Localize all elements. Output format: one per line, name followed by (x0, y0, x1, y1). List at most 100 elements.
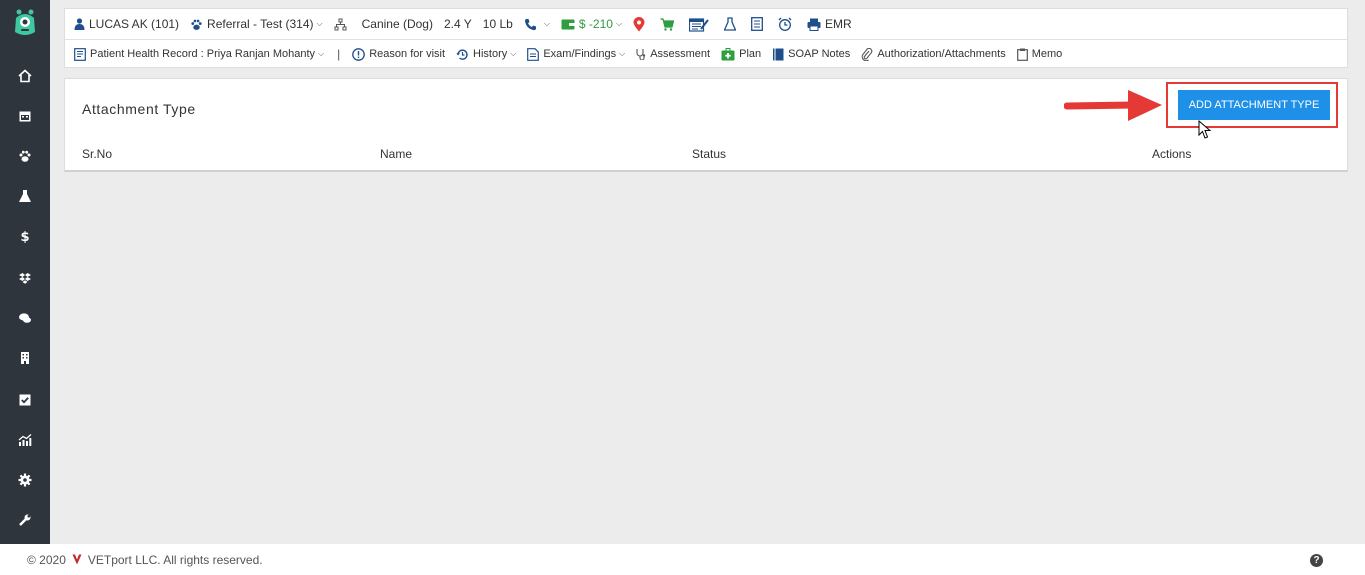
notebook-icon (773, 48, 784, 60)
phone-icon (524, 18, 536, 30)
nav-separator: | (337, 47, 341, 61)
sitemap-icon (334, 18, 347, 30)
dropbox-icon (19, 273, 31, 284)
vetport-logo-icon (72, 554, 82, 565)
species-label: Canine (Dog) (361, 17, 433, 31)
plan-label: Plan (739, 48, 762, 60)
reason-for-visit-label: Reason for visit (369, 48, 446, 60)
checkbox-icon (19, 394, 31, 406)
chevron-down-icon: ⌵ (316, 19, 323, 28)
patient-name-item[interactable]: LUCAS AK (101) (74, 17, 179, 31)
sidebar-billing[interactable]: $ (0, 216, 50, 256)
balance-amount: $ -210 (578, 17, 613, 31)
patient-info-bar: LUCAS AK (101) Referral - Test (314) ⌵ C… (65, 9, 1347, 40)
red-arrow-icon (1064, 90, 1162, 121)
soap-notes-link[interactable]: SOAP Notes (772, 48, 850, 61)
gear-icon (18, 473, 32, 487)
patient-name: LUCAS AK (101) (89, 17, 180, 31)
calendar-icon (19, 111, 31, 122)
wallet-icon (561, 19, 575, 30)
reason-for-visit-link[interactable]: Reason for visit (352, 47, 446, 61)
sidebar-settings[interactable] (0, 460, 50, 500)
exclamation-circle-icon (352, 47, 366, 61)
history-dropdown[interactable]: History ⌵ (456, 48, 516, 61)
calendar-edit-icon (689, 17, 709, 32)
plan-link[interactable]: Plan (721, 47, 762, 61)
sidebar: $ (0, 0, 50, 544)
invoice-button[interactable] (751, 17, 767, 31)
sidebar-patients[interactable] (0, 136, 50, 176)
chevron-down-icon: ⌵ (619, 49, 626, 58)
sidebar-home[interactable] (0, 56, 50, 96)
company-copyright: VETport LLC. All rights reserved. (87, 552, 263, 567)
authorization-attachments-label: Authorization/Attachments (877, 48, 1006, 60)
svg-text:$: $ (20, 230, 29, 243)
schedule-button[interactable] (689, 17, 713, 32)
printer-icon (807, 18, 821, 31)
sidebar-inventory[interactable] (0, 258, 50, 298)
dollar-icon: $ (20, 230, 29, 243)
reminder-button[interactable] (778, 17, 796, 31)
patient-header: LUCAS AK (101) Referral - Test (314) ⌵ C… (64, 8, 1348, 68)
record-book-icon (74, 47, 86, 61)
sidebar-calendar[interactable] (0, 96, 50, 136)
emr-print-button[interactable]: EMR (807, 17, 852, 31)
sidebar-messages[interactable] (0, 298, 50, 338)
patient-health-record-dropdown[interactable]: Patient Health Record : Priya Ranjan Moh… (74, 47, 324, 61)
location-button[interactable] (633, 16, 649, 32)
memo-label: Memo (1031, 48, 1063, 60)
clipboard-icon (1016, 48, 1028, 61)
lab-button[interactable] (724, 17, 740, 31)
column-header-actions: Actions (1152, 147, 1192, 161)
page-title: Attachment Type (82, 101, 196, 117)
home-icon (18, 69, 32, 83)
sidebar-lab[interactable] (0, 176, 50, 216)
emr-label: EMR (825, 17, 852, 31)
sidebar-tools[interactable] (0, 500, 50, 540)
file-text-icon (527, 47, 540, 61)
chart-icon (18, 434, 32, 446)
column-header-srno[interactable]: Sr.No (82, 147, 112, 161)
help-icon[interactable]: ? (1310, 554, 1323, 567)
wrench-icon (19, 514, 31, 526)
monster-logo-icon (15, 9, 35, 35)
exam-findings-label: Exam/Findings (543, 48, 617, 60)
building-icon (21, 352, 29, 364)
assessment-label: Assessment (650, 48, 711, 60)
mouse-pointer-icon (1198, 120, 1212, 139)
sidebar-analytics[interactable] (0, 420, 50, 460)
chevron-down-icon: ⌵ (543, 19, 550, 28)
chevron-down-icon: ⌵ (510, 49, 517, 58)
history-icon (456, 48, 468, 60)
stethoscope-icon (636, 49, 646, 60)
exam-findings-dropdown[interactable]: Exam/Findings ⌵ (527, 47, 626, 61)
alarm-clock-icon (778, 17, 792, 31)
flask-icon (724, 17, 737, 31)
shopping-cart-icon (660, 17, 675, 31)
history-label: History (473, 48, 508, 60)
medical-kit-icon (721, 47, 735, 60)
column-header-status[interactable]: Status (692, 147, 726, 161)
chat-icon (19, 313, 31, 323)
paw-icon (191, 19, 202, 30)
phone-dropdown[interactable]: ⌵ (524, 18, 550, 31)
flask-icon (19, 190, 31, 202)
emr-nav-bar: Patient Health Record : Priya Ranjan Moh… (65, 40, 1347, 68)
paw-icon (19, 150, 31, 162)
assessment-link[interactable]: Assessment (636, 48, 710, 60)
paperclip-icon (861, 47, 873, 61)
hierarchy-item[interactable] (334, 18, 351, 31)
age-label: 2.4 Y (443, 17, 472, 31)
authorization-attachments-link[interactable]: Authorization/Attachments (861, 47, 1006, 61)
copyright-year: © 2020 (27, 552, 66, 567)
balance-dropdown[interactable]: $ -210 ⌵ (561, 17, 622, 31)
cart-button[interactable] (660, 17, 678, 31)
referral-dropdown[interactable]: Referral - Test (314) ⌵ (190, 17, 323, 31)
column-header-name[interactable]: Name (380, 147, 412, 161)
app-logo[interactable] (0, 0, 50, 46)
memo-link[interactable]: Memo (1016, 48, 1063, 61)
sidebar-tasks[interactable] (0, 380, 50, 420)
referral-label: Referral - Test (314) (207, 17, 314, 31)
user-icon (74, 18, 85, 30)
sidebar-reports[interactable] (0, 338, 50, 378)
